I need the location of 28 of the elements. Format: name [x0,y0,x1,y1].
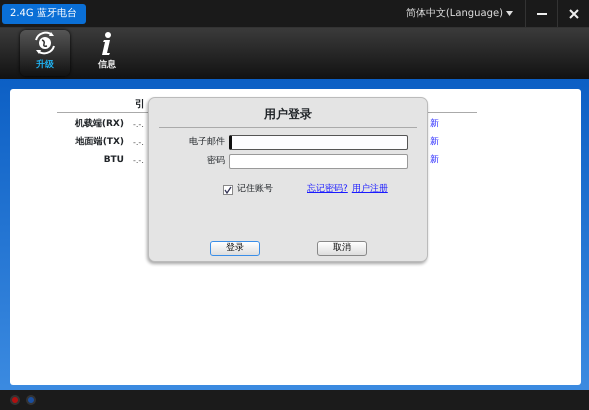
checkbox-label: 记住账号 [237,183,274,196]
update-link[interactable]: 新 [430,136,439,150]
field-label: 电子邮件 [188,136,226,149]
column-header: 引 [135,99,145,110]
input-field[interactable] [229,154,408,169]
cancel-button[interactable]: 取消 [317,241,367,256]
row-label: 机载端(RX) [74,118,124,132]
row-value: -.-. [133,155,144,167]
row-label: 地面端(TX) [74,136,124,150]
row-value: -.-. [133,137,144,149]
row-label: BTU [102,154,124,168]
remember-checkbox[interactable] [223,185,233,195]
caret-icon [506,11,513,16]
update-link[interactable]: 新 [430,118,439,132]
input-field[interactable] [229,135,408,150]
link[interactable]: 忘记密码? [307,183,348,197]
toolbar-tab[interactable]: 信息 [82,30,132,76]
app-title: 2.4G 蓝牙电台 [2,4,86,24]
close-icon [568,8,578,18]
minimize-icon [536,12,546,14]
link[interactable]: 用户注册 [352,183,388,197]
toolbar-tab[interactable]: 升级 [20,30,70,76]
dialog-title: 用户登录 [264,107,312,121]
language-dropdown[interactable]: 简体中文(Language) [406,6,513,21]
row-value: -.-. [133,119,144,131]
login-button[interactable]: 登录 [210,241,260,256]
update-link[interactable]: 新 [430,154,439,168]
field-label: 密码 [206,154,226,168]
